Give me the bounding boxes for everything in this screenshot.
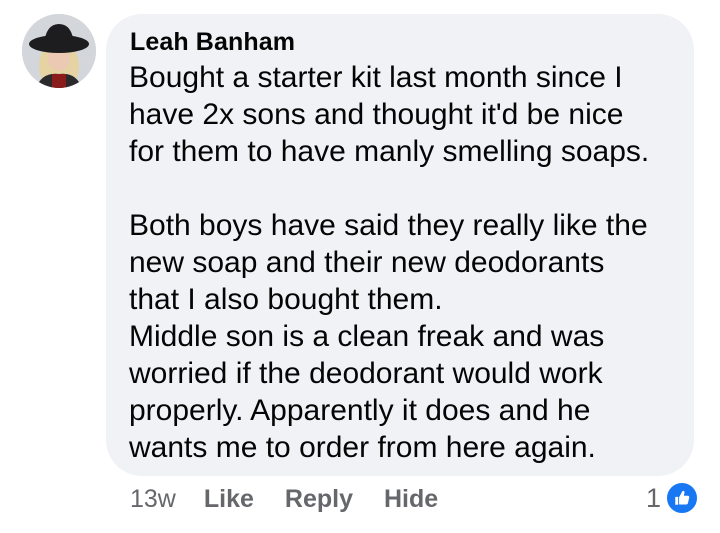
comment-timestamp[interactable]: 13w xyxy=(130,485,176,514)
avatar[interactable] xyxy=(22,14,96,88)
comment-line: Bought a starter kit last month since I xyxy=(129,61,623,94)
reply-button[interactable]: Reply xyxy=(285,485,353,514)
comment-author[interactable]: Leah Banham xyxy=(130,28,295,57)
comment-paragraph: Both boys have said they really like the… xyxy=(129,207,689,466)
comment-line: wants me to order from here again. xyxy=(129,431,596,464)
comment-text: Bought a starter kit last month since I … xyxy=(129,59,689,466)
comment-line: new soap and their new deodorants xyxy=(129,246,605,279)
comment-line: that I also bought them. xyxy=(129,283,443,316)
avatar-image xyxy=(22,14,96,88)
thumbs-up-icon xyxy=(665,481,700,515)
comment-line: have 2x sons and thought it'd be nice xyxy=(129,98,624,131)
comment-line: worried if the deodorant would work xyxy=(129,357,603,390)
comment-line: for them to have manly smelling soaps. xyxy=(129,135,650,168)
reaction-count: 1 xyxy=(646,482,662,513)
like-button[interactable]: Like xyxy=(204,485,254,514)
hide-button[interactable]: Hide xyxy=(384,485,438,514)
comment-line: Middle son is a clean freak and was xyxy=(129,320,605,353)
comment-bubble: Leah Banham Bought a starter kit last mo… xyxy=(106,14,694,476)
comment-line: Both boys have said they really like the xyxy=(129,209,648,242)
comment-line: properly. Apparently it does and he xyxy=(129,394,591,427)
comment-paragraph: Bought a starter kit last month since I … xyxy=(129,59,689,170)
reaction-summary[interactable]: 1 xyxy=(646,480,700,516)
comment-actions: 13w Like Reply Hide xyxy=(130,482,469,516)
